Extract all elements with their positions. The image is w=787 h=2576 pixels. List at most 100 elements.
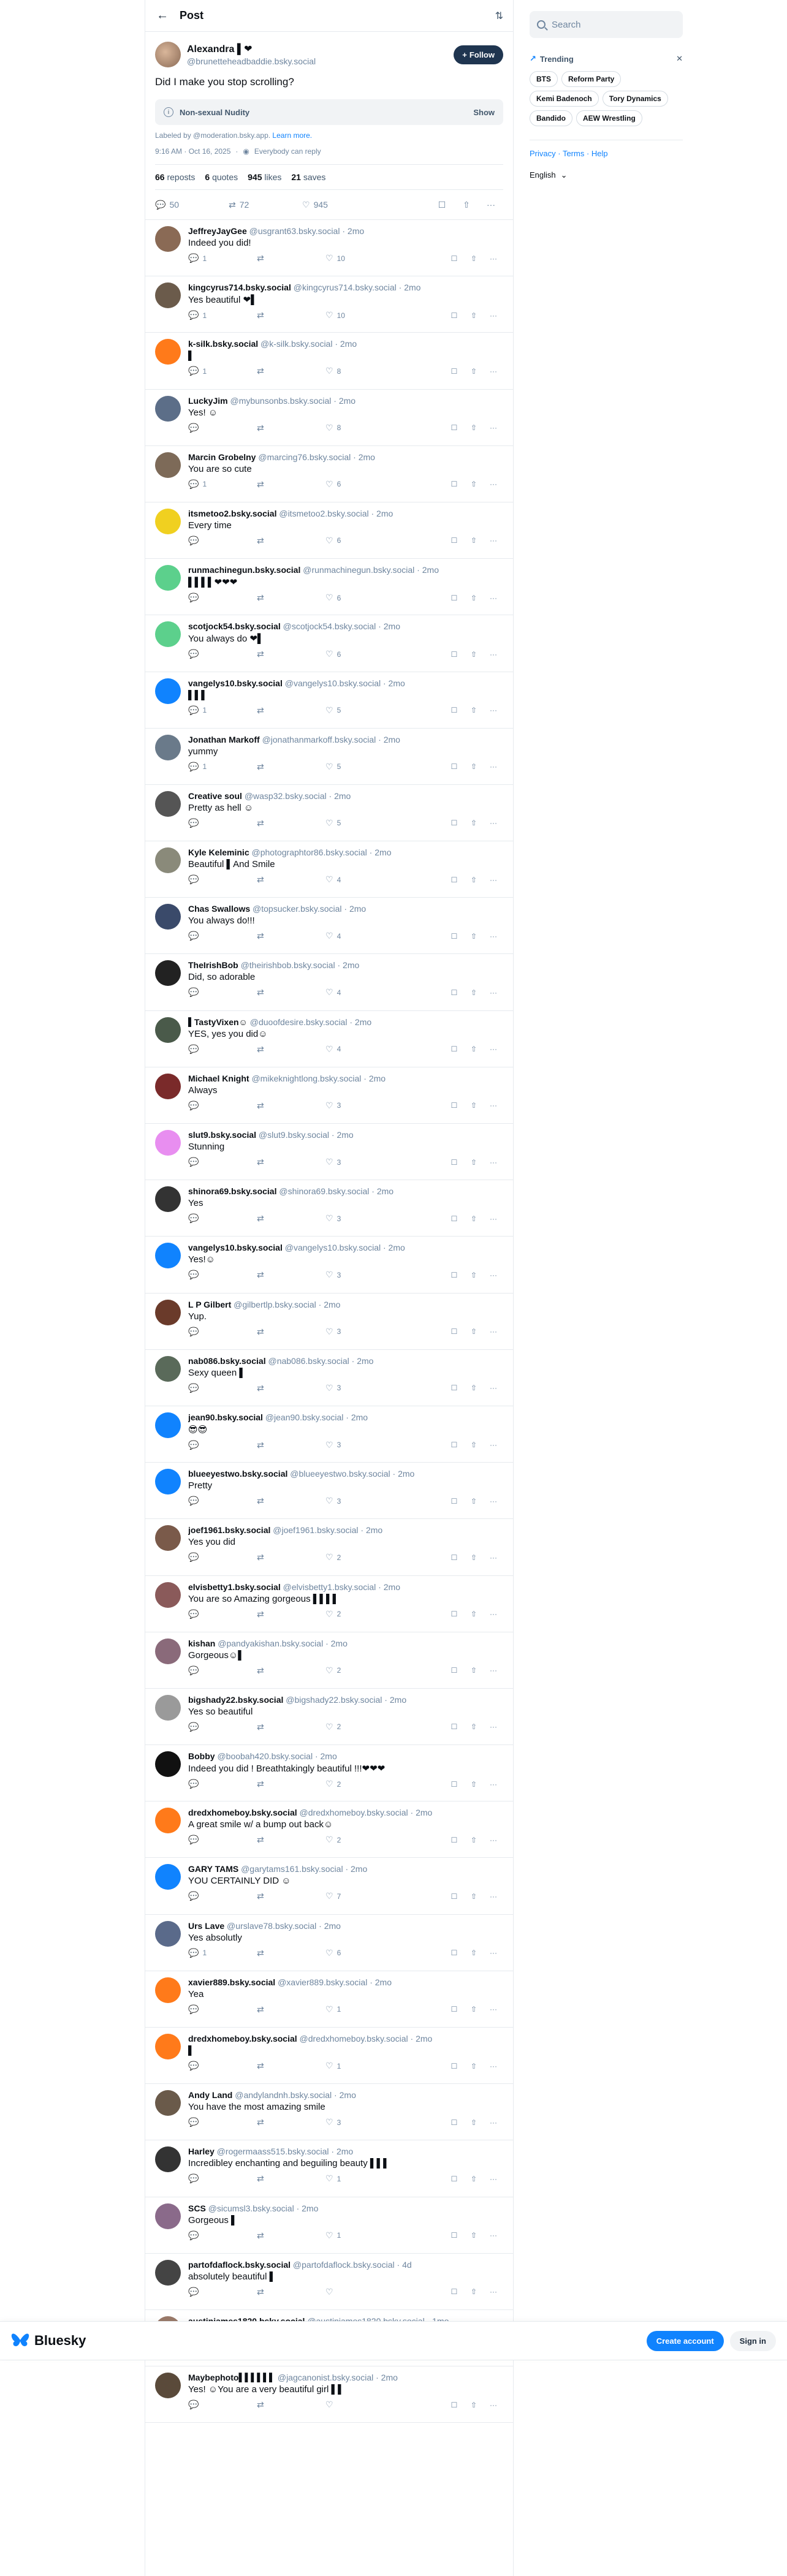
repost-button[interactable]: ⇄: [257, 1722, 325, 1732]
like-button[interactable]: ♡ 7: [325, 1891, 394, 1901]
share-icon[interactable]: ⇧: [464, 1610, 484, 1618]
reply-item[interactable]: slut9.bsky.social @slut9.bsky.social · 2…: [145, 1124, 513, 1181]
repost-button[interactable]: ⇄: [257, 649, 325, 659]
like-button[interactable]: ♡ 2: [325, 1665, 394, 1676]
avatar[interactable]: [155, 1130, 181, 1156]
bookmark-icon[interactable]: ☐: [444, 1214, 464, 1223]
share-icon[interactable]: ⇧: [464, 1892, 484, 1901]
reply-item[interactable]: Harley @rogermaass515.bsky.social · 2mo I…: [145, 2140, 513, 2197]
reply-author-name[interactable]: itsmetoo2.bsky.social: [188, 509, 276, 518]
share-icon[interactable]: ⇧: [464, 2005, 484, 2013]
share-icon[interactable]: ⇧: [464, 594, 484, 602]
bookmark-icon[interactable]: ☐: [444, 367, 464, 376]
reply-button[interactable]: 💬: [188, 987, 257, 998]
more-icon[interactable]: ···: [484, 2175, 503, 2183]
more-icon[interactable]: ···: [484, 2401, 503, 2409]
more-icon[interactable]: ···: [484, 367, 503, 376]
share-icon[interactable]: ⇧: [464, 1384, 484, 1392]
reply-item[interactable]: elvisbetty1.bsky.social @elvisbetty1.bsk…: [145, 1576, 513, 1632]
avatar[interactable]: [155, 2203, 181, 2229]
avatar[interactable]: [155, 2090, 181, 2116]
likes-stat[interactable]: 945 likes: [248, 172, 281, 182]
reply-author-name[interactable]: kishan: [188, 1638, 215, 1648]
repost-button[interactable]: ⇄: [257, 2287, 325, 2297]
bookmark-icon[interactable]: ☐: [444, 1497, 464, 1506]
like-button[interactable]: ♡ 2: [325, 1609, 394, 1619]
reply-author-name[interactable]: scotjock54.bsky.social: [188, 621, 281, 631]
repost-button[interactable]: ⇄: [257, 2230, 325, 2241]
reply-item[interactable]: L P Gilbert @gilbertlp.bsky.social · 2mo…: [145, 1294, 513, 1350]
share-icon[interactable]: ⇧: [464, 819, 484, 827]
reply-author-name[interactable]: Kyle Keleminic: [188, 847, 249, 857]
privacy-link[interactable]: Privacy: [530, 149, 556, 158]
reply-button[interactable]: 💬: [188, 423, 257, 433]
more-icon[interactable]: ···: [484, 254, 503, 263]
like-button[interactable]: ♡ 1: [325, 2004, 394, 2015]
more-icon[interactable]: ···: [484, 988, 503, 997]
share-icon[interactable]: ⇧: [464, 1666, 484, 1675]
bookmark-icon[interactable]: ☐: [444, 1610, 464, 1618]
avatar[interactable]: [155, 226, 181, 252]
bookmark-icon[interactable]: ☐: [444, 819, 464, 827]
bookmark-icon[interactable]: ☐: [444, 594, 464, 602]
repost-button[interactable]: ⇄: [257, 1665, 325, 1676]
repost-button[interactable]: ⇄: [257, 1835, 325, 1845]
like-button[interactable]: ♡ 2: [325, 1835, 394, 1845]
help-link[interactable]: Help: [591, 149, 608, 158]
reply-author-handle[interactable]: @wasp32.bsky.social: [245, 791, 327, 801]
like-button[interactable]: ♡ 5: [325, 705, 394, 716]
bookmark-icon[interactable]: ☐: [444, 2231, 464, 2240]
avatar[interactable]: [155, 1751, 181, 1778]
like-button[interactable]: ♡ 1: [325, 2230, 394, 2241]
bookmark-icon[interactable]: ☐: [444, 988, 464, 997]
trending-chip[interactable]: BTS: [530, 71, 558, 87]
bookmark-icon[interactable]: ☐: [444, 706, 464, 714]
avatar[interactable]: [155, 339, 181, 365]
like-button[interactable]: ♡ 1: [325, 2061, 394, 2071]
reply-author-handle[interactable]: @andylandnh.bsky.social: [235, 2090, 332, 2100]
like-button[interactable]: ♡ 3: [325, 1383, 394, 1393]
repost-button[interactable]: ⇄: [257, 874, 325, 885]
share-icon[interactable]: ⇧: [464, 1214, 484, 1223]
avatar[interactable]: [155, 452, 181, 478]
avatar[interactable]: [155, 678, 181, 704]
reply-author-handle[interactable]: @xavier889.bsky.social: [278, 1977, 367, 1987]
avatar[interactable]: [155, 282, 181, 309]
share-icon[interactable]: ⇧: [454, 200, 479, 210]
more-icon[interactable]: ···: [484, 1780, 503, 1789]
avatar[interactable]: [155, 1243, 181, 1269]
like-button[interactable]: ♡ 6: [325, 479, 394, 490]
reply-item[interactable]: JeffreyJayGee @usgrant63.bsky.social · 2…: [145, 220, 513, 277]
like-button[interactable]: ♡ 3: [325, 1440, 394, 1450]
avatar[interactable]: [155, 1017, 181, 1043]
reply-item[interactable]: k-silk.bsky.social @k-silk.bsky.social ·…: [145, 333, 513, 390]
reply-item[interactable]: Chas Swallows @topsucker.bsky.social · 2…: [145, 898, 513, 955]
reply-author-handle[interactable]: @photographtor86.bsky.social: [252, 847, 367, 857]
share-icon[interactable]: ⇧: [464, 1553, 484, 1562]
share-icon[interactable]: ⇧: [464, 2062, 484, 2070]
reply-author-name[interactable]: shinora69.bsky.social: [188, 1186, 276, 1196]
reply-author-name[interactable]: jean90.bsky.social: [188, 1412, 263, 1422]
repost-button[interactable]: ⇄: [257, 536, 325, 546]
reply-button[interactable]: 💬: [188, 1722, 257, 1732]
reply-author-name[interactable]: Chas Swallows: [188, 904, 250, 914]
share-icon[interactable]: ⇧: [464, 2287, 484, 2296]
avatar[interactable]: [155, 395, 181, 422]
reply-author-name[interactable]: Marcin Grobelny: [188, 452, 256, 462]
like-button[interactable]: ♡ 5: [325, 762, 394, 772]
more-icon[interactable]: ···: [484, 762, 503, 771]
reply-item[interactable]: partofdaflock.bsky.social @partofdaflock…: [145, 2254, 513, 2310]
reply-item[interactable]: vangelys10.bsky.social @vangelys10.bsky.…: [145, 672, 513, 729]
share-icon[interactable]: ⇧: [464, 1441, 484, 1449]
reply-author-name[interactable]: L P Gilbert: [188, 1300, 231, 1309]
more-icon[interactable]: ···: [484, 932, 503, 941]
more-icon[interactable]: ···: [479, 200, 503, 210]
trending-chip[interactable]: Kemi Badenoch: [530, 91, 599, 107]
like-button[interactable]: ♡ 3: [325, 1496, 394, 1506]
reposts-stat[interactable]: 66 reposts: [155, 172, 195, 182]
reply-author-handle[interactable]: @mikeknightlong.bsky.social: [251, 1074, 361, 1083]
like-button[interactable]: ♡ 6: [325, 593, 394, 603]
bookmark-icon[interactable]: ☐: [444, 2118, 464, 2127]
more-icon[interactable]: ···: [484, 1892, 503, 1901]
reply-author-name[interactable]: GARY TAMS: [188, 1864, 238, 1874]
